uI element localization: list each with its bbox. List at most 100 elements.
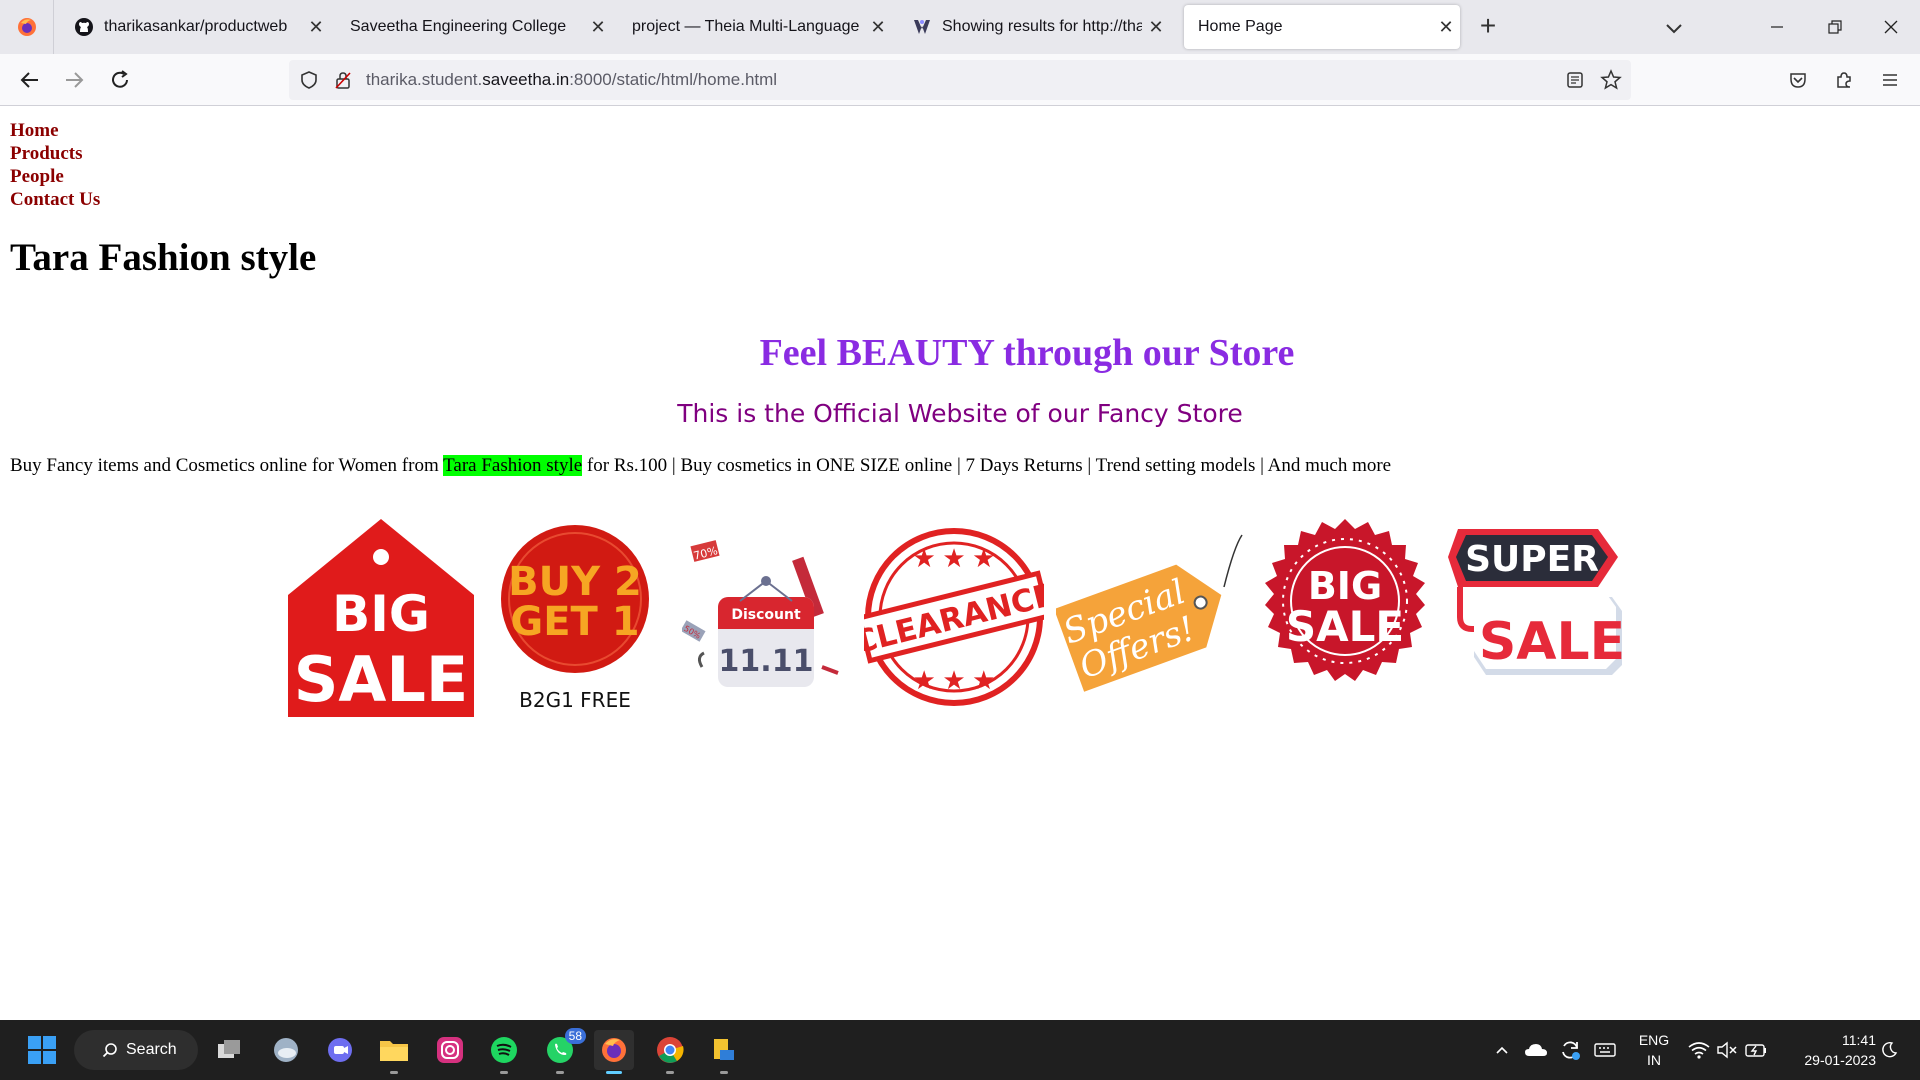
tab-separator [53, 0, 54, 54]
navigation-toolbar: tharika.student.saveetha.in:8000/static/… [0, 54, 1920, 106]
teams-chat-icon[interactable] [320, 1030, 360, 1070]
discount-calendar-image: 70% 50% Discount 11.11 [682, 540, 839, 687]
super-text: SUPER [1465, 539, 1599, 580]
show-hidden-icons-chevron-up-icon[interactable] [1490, 1030, 1514, 1070]
close-icon[interactable]: ✕ [302, 17, 330, 38]
speaker-muted-icon[interactable] [1714, 1030, 1740, 1070]
spotify-icon[interactable] [484, 1030, 524, 1074]
wifi-icon[interactable] [1686, 1030, 1712, 1070]
menu-link-home[interactable]: Home [10, 119, 100, 142]
tab-title: tharikasankar/productweb [104, 18, 288, 35]
tab-title: Saveetha Engineering College [350, 18, 567, 35]
menu-link-products[interactable]: Products [10, 142, 100, 165]
bookmark-star-icon[interactable] [1599, 68, 1623, 92]
file-explorer-icon[interactable] [374, 1030, 414, 1074]
site-title: Tara Fashion style [10, 236, 317, 279]
buy-2-get-1-badge-image: BUY 2 GET 1 B2G1 FREE [501, 525, 649, 712]
running-indicator [720, 1071, 728, 1074]
extensions-puzzle-icon[interactable] [1828, 64, 1860, 96]
tab-home-page[interactable]: Home Page ✕ [1184, 5, 1460, 49]
search-icon [102, 1043, 117, 1058]
big-sale-tag-text-top: BIG [332, 585, 430, 643]
instagram-icon[interactable] [430, 1030, 470, 1070]
svg-text:★ ★ ★: ★ ★ ★ [913, 544, 996, 573]
lang-line-1: ENG [1638, 1032, 1670, 1048]
url-prefix: tharika.student. [366, 70, 483, 89]
store-description: Buy Fancy items and Cosmetics online for… [10, 455, 1391, 477]
clock-date: 29-01-2023 [1804, 1052, 1876, 1068]
documents-folder-icon[interactable] [704, 1030, 744, 1074]
tab-theia-project[interactable]: project — Theia Multi-Language Ex ✕ [618, 5, 892, 49]
hamburger-menu-icon[interactable] [1874, 64, 1906, 96]
highlighted-store-name: Tara Fashion style [443, 455, 583, 476]
touch-keyboard-icon[interactable] [1590, 1030, 1620, 1070]
notifications-moon-icon[interactable] [1876, 1030, 1902, 1070]
notification-count-badge: 58 [564, 1028, 586, 1044]
running-indicator [390, 1071, 398, 1074]
widgets-weather-icon[interactable] [266, 1030, 306, 1070]
super-sale-image: SUPER SALE [1448, 529, 1625, 675]
close-icon[interactable]: ✕ [1432, 17, 1460, 38]
list-all-tabs-chevron-down-icon[interactable] [1660, 14, 1688, 42]
running-indicator [666, 1071, 674, 1074]
reload-icon[interactable] [104, 64, 136, 96]
windows-taskbar: Search 58 ENG IN 11:41 29-01-2023 [0, 1020, 1920, 1080]
url-domain: saveetha.in [482, 70, 570, 89]
svg-text:★ ★ ★: ★ ★ ★ [913, 666, 996, 695]
task-view-icon[interactable] [210, 1030, 250, 1070]
close-window-icon[interactable] [1876, 12, 1906, 42]
clock-time: 11:41 [1842, 1032, 1876, 1048]
discount-label-text: Discount [731, 607, 801, 623]
input-language-indicator[interactable]: ENG IN [1636, 1030, 1672, 1070]
back-arrow-icon[interactable] [14, 64, 46, 96]
close-icon[interactable]: ✕ [584, 17, 612, 38]
search-label: Search [126, 1041, 177, 1058]
taskbar-search-button[interactable]: Search [74, 1030, 198, 1070]
chrome-icon[interactable] [650, 1030, 690, 1074]
firefox-view-button[interactable] [0, 0, 53, 54]
url-suffix: :8000/static/html/home.html [569, 70, 778, 89]
forward-arrow-icon[interactable] [58, 64, 90, 96]
minimize-icon[interactable] [1762, 12, 1792, 42]
tracking-protection-shield-icon[interactable] [297, 68, 321, 92]
eleven-eleven-text: 11.11 [719, 644, 814, 679]
site-menu: Home Products People Contact Us [10, 119, 100, 211]
url-text[interactable]: tharika.student.saveetha.in:8000/static/… [366, 60, 777, 100]
running-indicator [500, 1071, 508, 1074]
firefox-icon [17, 18, 36, 36]
firefox-taskbar-icon[interactable] [594, 1030, 634, 1074]
system-clock[interactable]: 11:41 29-01-2023 [1786, 1030, 1876, 1070]
web-page-content: Home Products People Contact Us Tara Fas… [0, 107, 1920, 1019]
new-tab-plus-icon[interactable]: + [1472, 11, 1504, 43]
insecure-lock-icon[interactable] [331, 68, 355, 92]
tab-search-results[interactable]: Showing results for http://tharik ✕ [898, 5, 1170, 49]
pocket-icon[interactable] [1782, 64, 1814, 96]
restore-icon[interactable] [1820, 12, 1850, 42]
tab-github[interactable]: tharikasankar/productweb ✕ [60, 5, 330, 49]
big-sale-seal-image: BIG SALE [1265, 519, 1425, 681]
url-bar[interactable]: tharika.student.saveetha.in:8000/static/… [289, 60, 1631, 100]
b2g1-free-text: B2G1 FREE [519, 688, 631, 712]
tab-saveetha[interactable]: Saveetha Engineering College ✕ [336, 5, 612, 49]
official-website-text: This is the Official Website of our Fanc… [677, 399, 1243, 428]
windows-start-icon[interactable] [22, 1030, 62, 1070]
onedrive-cloud-icon[interactable] [1522, 1030, 1550, 1070]
description-start: Buy Fancy items and Cosmetics online for… [10, 455, 444, 476]
description-end: for Rs.100 | Buy cosmetics in ONE SIZE o… [582, 455, 1392, 476]
big-sale-tag-text-bottom: SALE [294, 643, 469, 716]
whatsapp-icon[interactable]: 58 [540, 1028, 586, 1074]
reader-view-icon[interactable] [1563, 68, 1587, 92]
active-indicator [606, 1071, 622, 1074]
super-sale-text: SALE [1479, 612, 1625, 672]
get1-text: GET 1 [510, 599, 639, 645]
tab-title: Home Page [1198, 18, 1283, 35]
close-icon[interactable]: ✕ [864, 17, 892, 38]
github-icon [74, 17, 94, 37]
close-icon[interactable]: ✕ [1142, 17, 1170, 38]
battery-charging-icon[interactable] [1742, 1030, 1770, 1070]
menu-link-people[interactable]: People [10, 165, 100, 188]
menu-link-contact-us[interactable]: Contact Us [10, 188, 100, 211]
big-sale-seal-text-bottom: SALE [1286, 602, 1404, 651]
big-sale-tag-image: BIG SALE [288, 519, 474, 717]
sync-icon[interactable] [1556, 1030, 1584, 1070]
